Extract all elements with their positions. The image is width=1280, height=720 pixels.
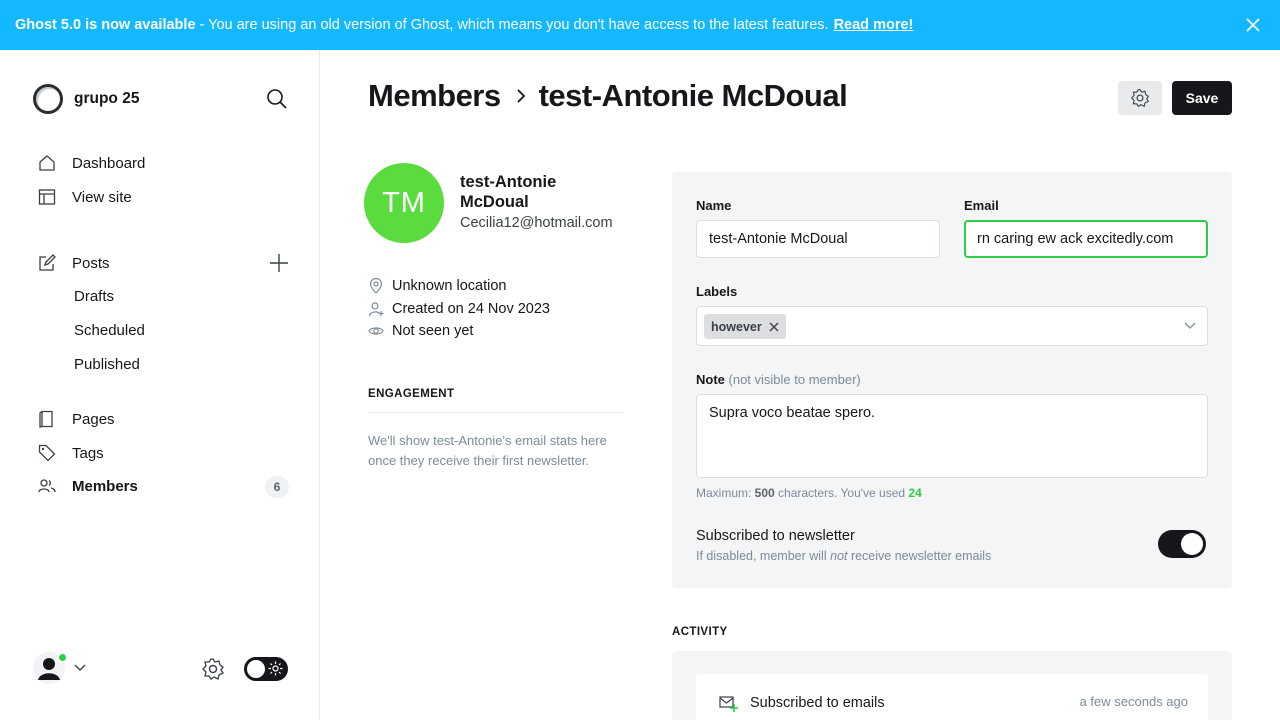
name-field[interactable]: test-Antonie McDoual [696,220,940,258]
member-avatar: TM [364,163,444,243]
sidebar-item-members[interactable]: Members [38,477,138,495]
pages-icon [39,410,53,428]
sidebar-item-posts[interactable]: Posts [38,254,110,272]
update-banner: Ghost 5.0 is now available - You are usi… [0,0,1280,50]
member-name: test-Antonie McDoual [460,173,557,211]
sidebar-item-drafts[interactable]: Drafts [74,288,114,305]
banner-text: - You are using an old version of Ghost,… [199,17,829,33]
newsletter-toggle[interactable] [1158,530,1206,558]
counter-mid: characters. You've used [774,486,909,500]
layout-icon [38,189,56,205]
breadcrumb-parent[interactable]: Members [368,78,501,114]
counter-max: 500 [754,486,775,500]
close-icon[interactable] [1244,16,1262,34]
banner-title: Ghost 5.0 is now available [15,17,196,33]
gear-icon [1130,89,1150,108]
note-hint: (not visible to member) [728,372,861,387]
sidebar-item-label: Members [72,477,138,495]
divider [368,412,624,413]
sidebar-item-scheduled[interactable]: Scheduled [74,322,145,339]
member-email: Cecilia12@hotmail.com [460,215,613,231]
sidebar-item-label: Pages [72,410,115,428]
chevron-right-icon [516,89,525,103]
newsletter-desc-1: If disabled, member will [696,549,831,563]
site-brand[interactable]: grupo 25 [33,84,139,114]
activity-time: a few seconds ago [1079,694,1188,709]
sidebar-item-label: Posts [72,254,110,272]
counter-used: 24 [908,486,922,500]
sidebar [0,50,320,720]
chevron-down-icon[interactable] [1183,320,1197,332]
newsletter-title: Subscribed to newsletter [696,528,855,544]
sidebar-item-tags[interactable]: Tags [38,444,104,462]
note-counter: Maximum: 500 characters. You've used 24 [696,486,922,500]
labels-select[interactable]: however [696,306,1208,346]
chevron-down-icon[interactable] [73,662,87,674]
toggle-knob [1181,533,1203,555]
engagement-text: We'll show test-Antonie's email stats he… [368,433,607,468]
counter-prefix: Maximum: [696,486,755,500]
sidebar-item-label: Dashboard [72,154,146,172]
breadcrumb-current: test-Antonie McDoual [538,78,848,113]
mail-add-icon [719,696,738,712]
user-add-icon [368,302,384,317]
label-chip-text: however [711,319,762,334]
note-label: Note (not visible to member) [696,372,861,387]
home-icon [39,155,55,171]
activity-text: Subscribed to emails [750,695,885,711]
newsletter-desc: If disabled, member will not receive new… [696,549,991,563]
member-settings-button[interactable] [1118,81,1162,115]
sidebar-item-dashboard[interactable]: Dashboard [38,154,145,172]
members-icon [38,479,56,493]
sidebar-item-pages[interactable]: Pages [38,410,115,428]
banner-read-more-link[interactable]: Read more! [834,17,914,33]
sidebar-item-label: View site [72,188,132,206]
sidebar-item-view-site[interactable]: View site [38,188,132,206]
plus-icon[interactable] [268,252,290,274]
site-logo [33,84,63,114]
note-textarea[interactable]: Supra voco beatae spero. [696,394,1208,478]
location-text: Unknown location [392,278,507,294]
last-seen-text: Not seen yet [392,323,474,339]
tag-icon [38,444,56,462]
sidebar-item-label: Tags [72,444,104,462]
site-name: grupo 25 [74,90,140,107]
gear-icon[interactable] [201,657,225,681]
member-last-seen: Not seen yet [368,323,473,339]
newsletter-desc-2: receive newsletter emails [847,549,992,563]
members-count-badge: 6 [265,476,289,498]
name-label: Name [696,198,732,213]
breadcrumb: Members test-Antonie McDoual [368,78,848,114]
note-label-text: Note [696,372,725,387]
email-field[interactable]: rn caring ew ack excitedly.com [964,220,1208,258]
member-created: Created on 24 Nov 2023 [368,301,550,317]
engagement-heading: ENGAGEMENT [368,388,455,400]
location-pin-icon [369,278,383,294]
remove-icon[interactable] [769,322,779,332]
online-status-dot [57,652,68,663]
search-icon[interactable] [266,88,288,110]
newsletter-desc-em: not [830,549,848,563]
labels-label: Labels [696,284,738,299]
edit-icon [39,254,56,271]
save-button[interactable]: Save [1172,81,1232,115]
eye-icon [368,327,384,335]
activity-heading: ACTIVITY [672,626,728,638]
label-chip[interactable]: however [704,314,786,339]
email-label: Email [964,198,999,213]
toggle-knob [247,660,265,678]
dark-mode-toggle[interactable] [244,657,288,681]
sidebar-item-published[interactable]: Published [74,356,140,373]
sun-icon [268,661,283,676]
created-text: Created on 24 Nov 2023 [392,301,550,317]
member-location: Unknown location [368,278,506,294]
